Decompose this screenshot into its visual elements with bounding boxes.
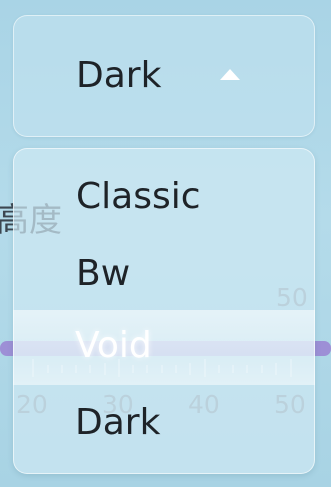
menu-item-label: Dark <box>75 402 161 443</box>
menu-item-bw[interactable]: Bw <box>14 246 316 306</box>
caret-up-icon <box>220 69 240 80</box>
menu-item-label: Bw <box>76 253 131 294</box>
menu-item-void[interactable]: Void <box>13 318 315 378</box>
menu-item-classic[interactable]: Classic <box>14 169 316 229</box>
menu-item-label: Void <box>75 325 152 366</box>
menu-item-dark[interactable]: Dark <box>13 395 315 455</box>
theme-select-button[interactable]: Dark <box>13 15 315 137</box>
menu-item-label: Classic <box>76 176 201 217</box>
theme-select-value: Dark <box>76 55 162 96</box>
